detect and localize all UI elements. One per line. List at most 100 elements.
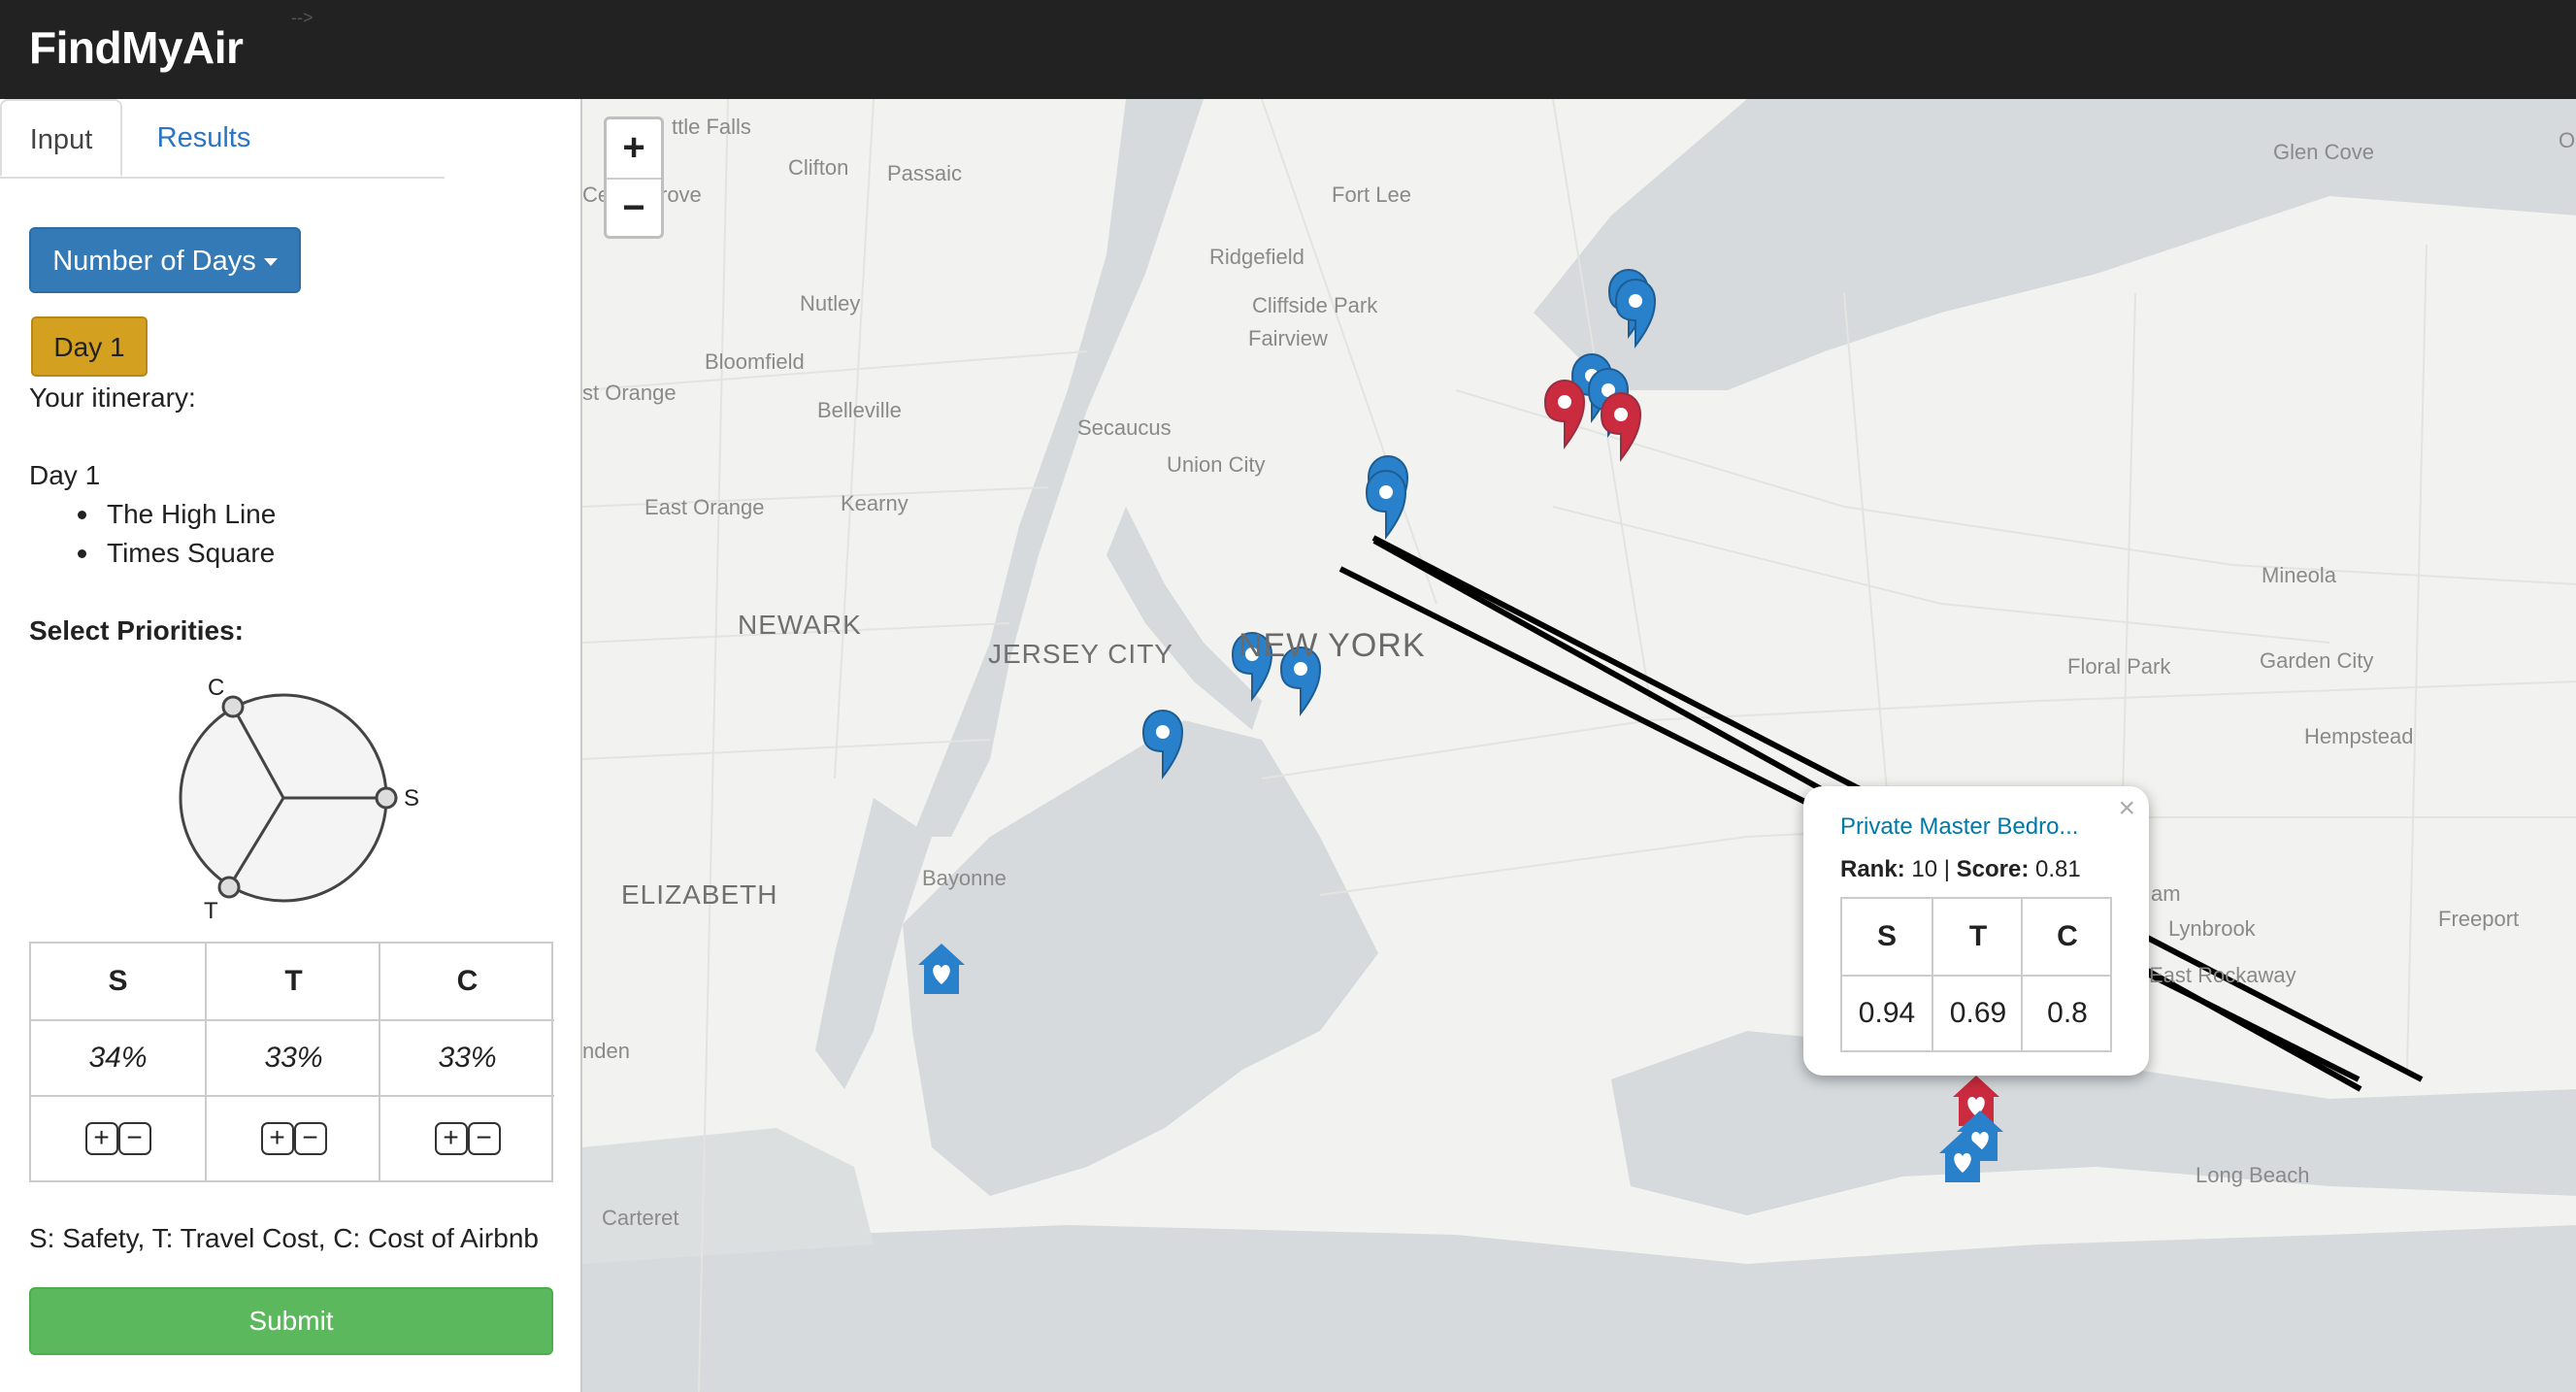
map-label: Fairview [1248, 326, 1328, 350]
bullet-icon [78, 511, 86, 519]
score-column-s: S 0.94 [1842, 899, 1932, 1050]
raritan-bay [582, 1128, 874, 1264]
wheel-label-s: S [404, 785, 419, 812]
priority-controls: + − [207, 1097, 380, 1180]
map-label: Freeport [2438, 907, 2520, 931]
map-label: Clifton [788, 155, 849, 180]
priority-column-c: C 33% + − [379, 944, 554, 1180]
wheel-handle-c[interactable] [221, 695, 245, 718]
tab-bar: Input Results [0, 99, 445, 179]
priority-value: 34% [31, 1021, 205, 1097]
app-title[interactable]: FindMyAir [29, 21, 244, 74]
itinerary-day: Day 1 [29, 460, 101, 490]
map-label: Bayonne [922, 866, 1007, 890]
itinerary-item: Times Square [107, 538, 276, 568]
map-label: Garden City [2260, 648, 2374, 673]
map-basemap[interactable] [582, 99, 2576, 1392]
score-header: S [1842, 899, 1932, 977]
zoom-in-button[interactable]: + [607, 119, 661, 180]
map-label: Passaic [887, 161, 963, 185]
number-of-days-dropdown[interactable]: Number of Days [29, 227, 301, 293]
listing-score-table: S 0.94 T 0.69 C 0.8 [1840, 897, 2112, 1052]
wheel-label-c: C [208, 675, 224, 701]
priority-value: 33% [207, 1021, 380, 1097]
map-label: Bloomfield [705, 349, 805, 374]
map-pin-icon[interactable] [1600, 391, 1642, 462]
score-column-t: T 0.69 [1932, 899, 2023, 1050]
priority-header: S [31, 944, 205, 1021]
score-value: 0.81 [2035, 856, 2081, 882]
rank-label: Rank: [1840, 856, 1905, 882]
wheel-label-t: T [204, 898, 218, 924]
score-column-c: C 0.8 [2021, 899, 2112, 1050]
popup-close-icon[interactable]: × [2118, 792, 2135, 825]
map-label: Kearny [841, 491, 908, 515]
map-label: Mineola [2262, 563, 2337, 587]
bullet-icon [78, 549, 86, 558]
map-label: NEW YORK [1238, 627, 1426, 664]
priority-legend-note: S: Safety, T: Travel Cost, C: Cost of Ai… [29, 1223, 539, 1253]
map-view[interactable]: ttle Falls Clifton Passaic Fort Lee Glen… [580, 99, 2576, 1392]
decrease-button[interactable]: − [467, 1122, 501, 1155]
map-label: O [2559, 128, 2576, 152]
map-pin-icon[interactable] [1543, 379, 1586, 449]
map-label: ELIZABETH [621, 879, 778, 910]
map-label: Secaucus [1077, 415, 1172, 440]
score-value: 0.94 [1858, 997, 1916, 1029]
priority-table: S 34% + − T 33% + − C 33% + − [29, 942, 554, 1182]
increase-button[interactable]: + [434, 1122, 468, 1155]
priority-value: 33% [380, 1021, 554, 1097]
wheel-handle-t[interactable] [217, 876, 241, 899]
priority-wheel[interactable]: C S T [165, 662, 437, 924]
map-label: Ridgefield [1209, 245, 1305, 269]
map-label: rove [660, 182, 702, 207]
number-of-days-label: Number of Days [52, 246, 256, 277]
priority-column-s: S 34% + − [31, 944, 205, 1180]
zoom-control: + − [604, 116, 664, 239]
priority-header: C [380, 944, 554, 1021]
map-label: nden [582, 1039, 630, 1063]
wheel-handle-s[interactable] [375, 786, 398, 810]
map-label: Floral Park [2067, 654, 2171, 679]
zoom-out-button[interactable]: − [607, 180, 661, 238]
map-pin-icon[interactable] [1365, 469, 1407, 540]
score-label: Score: [1956, 856, 2030, 882]
priority-controls: + − [31, 1097, 205, 1180]
priorities-heading: Select Priorities: [29, 615, 244, 646]
map-label: Lynbrook [2168, 916, 2256, 941]
top-navbar: FindMyAir --> [0, 0, 2576, 99]
listing-title-link[interactable]: Private Master Bedro... [1840, 813, 2078, 841]
rank-score-line: Rank: 10 | Score: 0.81 [1840, 856, 2081, 883]
decrease-button[interactable]: − [293, 1122, 327, 1155]
decrease-button[interactable]: − [117, 1122, 151, 1155]
itinerary-heading: Your itinerary: [29, 382, 196, 413]
ocean [582, 1225, 2576, 1392]
submit-button[interactable]: Submit [29, 1287, 553, 1355]
long-island-sound [1534, 99, 2576, 390]
listing-popup: × Private Master Bedro... Rank: 10 | Sco… [1803, 786, 2149, 1076]
priority-header: T [207, 944, 380, 1021]
score-header: C [2023, 899, 2112, 977]
map-label: Nutley [800, 291, 861, 315]
map-label: st Orange [582, 381, 677, 405]
map-label: NEWARK [738, 610, 862, 640]
map-label: Union City [1167, 452, 1266, 477]
tab-input[interactable]: Input [0, 99, 122, 177]
score-value: 0.8 [2047, 997, 2088, 1029]
map-label: am [2151, 881, 2181, 906]
tab-results[interactable]: Results [122, 99, 285, 177]
input-panel: Input Results Number of Days Day 1 Your … [0, 99, 580, 1392]
score-header: T [1933, 899, 2023, 977]
rank-value: 10 [1911, 856, 1938, 882]
priority-column-t: T 33% + − [205, 944, 380, 1180]
map-label: JERSEY CITY [988, 639, 1173, 669]
priority-controls: + − [380, 1097, 554, 1180]
increase-button[interactable]: + [84, 1122, 118, 1155]
east-river [1106, 507, 1262, 730]
map-label: Long Beach [2196, 1163, 2310, 1187]
map-label: East Orange [644, 495, 765, 519]
map-label: Hempstead [2304, 724, 2414, 748]
map-label: Fort Lee [1332, 182, 1411, 207]
increase-button[interactable]: + [260, 1122, 294, 1155]
day-1-badge[interactable]: Day 1 [31, 316, 148, 377]
